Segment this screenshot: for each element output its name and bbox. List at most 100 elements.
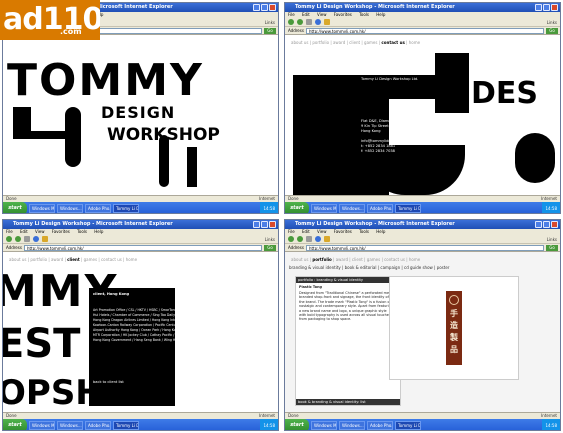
menu-help[interactable]: Help bbox=[94, 229, 103, 234]
taskbar-item[interactable]: Adobe Pho... bbox=[367, 421, 393, 430]
taskbar-item[interactable]: Windows Media bbox=[311, 204, 337, 213]
nav-about[interactable]: about us bbox=[291, 257, 308, 262]
menu-view[interactable]: View bbox=[317, 229, 327, 234]
close-button[interactable] bbox=[269, 221, 276, 228]
start-button[interactable]: start bbox=[285, 202, 309, 213]
menu-edit[interactable]: Edit bbox=[302, 12, 310, 17]
nav-portfolio[interactable]: portfolio bbox=[312, 257, 331, 262]
stop-icon[interactable] bbox=[24, 236, 30, 242]
taskbar-item[interactable]: Windows... bbox=[57, 421, 83, 430]
refresh-icon[interactable] bbox=[315, 19, 321, 25]
refresh-icon[interactable] bbox=[33, 236, 39, 242]
nav-award[interactable]: award bbox=[51, 257, 63, 262]
taskbar-item[interactable]: Windows... bbox=[57, 204, 83, 213]
menu-help[interactable]: Help bbox=[376, 229, 385, 234]
nav-award[interactable]: award bbox=[336, 257, 348, 262]
close-button[interactable] bbox=[551, 4, 558, 11]
start-button[interactable]: start bbox=[285, 419, 309, 430]
forward-icon[interactable] bbox=[297, 19, 303, 25]
maximize-button[interactable] bbox=[543, 4, 550, 11]
menu-file[interactable]: File bbox=[288, 12, 295, 17]
taskbar-item-active[interactable]: Tommy Li D... bbox=[113, 204, 139, 213]
menu-file[interactable]: File bbox=[6, 229, 13, 234]
taskbar-item[interactable]: Adobe Pho... bbox=[85, 204, 111, 213]
minimize-button[interactable] bbox=[535, 221, 542, 228]
taskbar-item[interactable]: Windows Media bbox=[311, 421, 337, 430]
back-icon[interactable] bbox=[288, 19, 294, 25]
address-input[interactable]: http://www.tommyli.com.hk/ bbox=[305, 244, 544, 251]
go-button[interactable]: Go bbox=[546, 244, 558, 251]
taskbar-item[interactable]: Windows Media bbox=[29, 204, 55, 213]
address-input[interactable]: http://www.tommyli.com.hk/ bbox=[23, 244, 262, 251]
nav-client[interactable]: client bbox=[67, 257, 80, 262]
portfolio-subnav[interactable]: branding & visual identity | book & edit… bbox=[289, 265, 449, 270]
links-label[interactable]: Links bbox=[547, 20, 560, 25]
nav-games[interactable]: games bbox=[84, 257, 97, 262]
menu-tools[interactable]: Tools bbox=[359, 12, 369, 17]
menu-tools[interactable]: Tools bbox=[77, 229, 87, 234]
taskbar-item-active[interactable]: Tommy Li D... bbox=[395, 204, 421, 213]
address-input[interactable]: http://www.tommyli.com.hk/ bbox=[305, 27, 544, 34]
taskbar-item[interactable]: Windows... bbox=[339, 204, 365, 213]
stop-icon[interactable] bbox=[306, 19, 312, 25]
nav-games[interactable]: games bbox=[364, 40, 377, 45]
go-button[interactable]: Go bbox=[264, 244, 276, 251]
nav-award[interactable]: award bbox=[333, 40, 345, 45]
go-button[interactable]: Go bbox=[546, 27, 558, 34]
links-label[interactable]: Links bbox=[265, 20, 278, 25]
refresh-icon[interactable] bbox=[315, 236, 321, 242]
go-button[interactable]: Go bbox=[264, 27, 276, 34]
forward-icon[interactable] bbox=[297, 236, 303, 242]
menu-view[interactable]: View bbox=[35, 229, 45, 234]
home-icon[interactable] bbox=[324, 236, 330, 242]
home-icon[interactable] bbox=[42, 236, 48, 242]
maximize-button[interactable] bbox=[261, 4, 268, 11]
taskbar-item[interactable]: Windows... bbox=[339, 421, 365, 430]
taskbar-item-active[interactable]: Tommy Li D... bbox=[113, 421, 139, 430]
menu-view[interactable]: View bbox=[317, 12, 327, 17]
back-icon[interactable] bbox=[288, 236, 294, 242]
nav-home[interactable]: home bbox=[126, 257, 137, 262]
menu-tools[interactable]: Tools bbox=[359, 229, 369, 234]
nav-contact[interactable]: contact us bbox=[101, 257, 122, 262]
nav-contact[interactable]: contact us bbox=[381, 40, 404, 45]
menu-file[interactable]: File bbox=[288, 229, 295, 234]
maximize-button[interactable] bbox=[261, 221, 268, 228]
minimize-button[interactable] bbox=[253, 221, 260, 228]
close-button[interactable] bbox=[269, 4, 276, 11]
menu-help[interactable]: Help bbox=[376, 12, 385, 17]
links-label[interactable]: Links bbox=[547, 237, 560, 242]
forward-icon[interactable] bbox=[15, 236, 21, 242]
nav-about[interactable]: about us bbox=[9, 257, 26, 262]
start-button[interactable]: start bbox=[3, 419, 27, 430]
back-to-list-link[interactable]: back to client list bbox=[93, 380, 124, 385]
menu-favorites[interactable]: Favorites bbox=[334, 229, 352, 234]
stop-icon[interactable] bbox=[306, 236, 312, 242]
taskbar-item[interactable]: Adobe Pho... bbox=[367, 204, 393, 213]
menu-edit[interactable]: Edit bbox=[20, 229, 28, 234]
portfolio-panel-footer[interactable]: book & branding & visual identity: list bbox=[296, 399, 400, 405]
taskbar-item[interactable]: Windows Media bbox=[29, 421, 55, 430]
home-icon[interactable] bbox=[324, 19, 330, 25]
back-icon[interactable] bbox=[6, 236, 12, 242]
minimize-button[interactable] bbox=[253, 4, 260, 11]
nav-client[interactable]: client bbox=[352, 257, 363, 262]
nav-portfolio[interactable]: portfolio bbox=[30, 257, 47, 262]
nav-client[interactable]: client bbox=[349, 40, 360, 45]
close-button[interactable] bbox=[551, 221, 558, 228]
minimize-button[interactable] bbox=[535, 4, 542, 11]
menu-favorites[interactable]: Favorites bbox=[334, 12, 352, 17]
nav-games[interactable]: games bbox=[367, 257, 380, 262]
maximize-button[interactable] bbox=[543, 221, 550, 228]
start-button[interactable]: start bbox=[3, 202, 27, 213]
nav-contact[interactable]: contact us bbox=[384, 257, 405, 262]
menu-edit[interactable]: Edit bbox=[302, 229, 310, 234]
menu-favorites[interactable]: Favorites bbox=[52, 229, 70, 234]
nav-home[interactable]: home bbox=[409, 257, 420, 262]
links-label[interactable]: Links bbox=[265, 237, 278, 242]
nav-about[interactable]: about us bbox=[291, 40, 308, 45]
taskbar-item-active[interactable]: Tommy Li D... bbox=[395, 421, 421, 430]
nav-portfolio[interactable]: portfolio bbox=[312, 40, 329, 45]
taskbar-item[interactable]: Adobe Pho... bbox=[85, 421, 111, 430]
nav-home[interactable]: home bbox=[409, 40, 420, 45]
